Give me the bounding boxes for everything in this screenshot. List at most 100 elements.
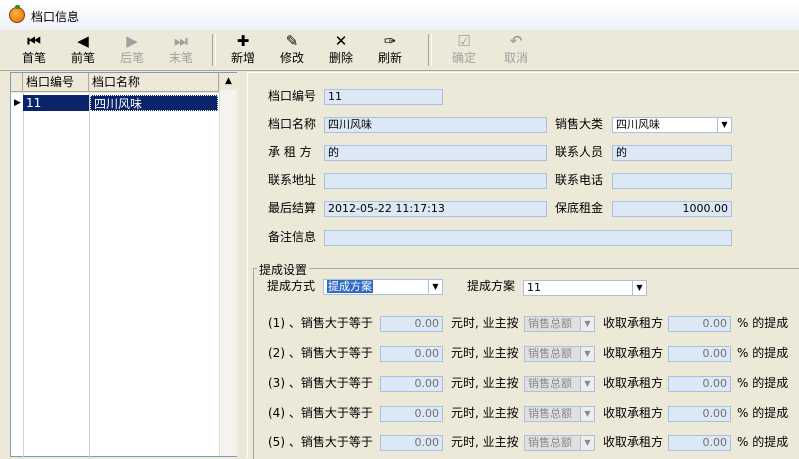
code-field[interactable]: 11 <box>324 89 443 105</box>
tier-5-suffix: % 的提成 <box>737 435 789 449</box>
confirm-button[interactable]: ☑ 确定 <box>442 32 486 68</box>
next-record-icon: ▶ <box>126 32 138 50</box>
tier-3-basis-select[interactable]: 销售总额 ▼ <box>524 376 595 392</box>
app-orange-icon <box>9 5 25 23</box>
table-row[interactable]: ▶ 11 四川风味 <box>11 95 219 111</box>
tier-1-collect: 收取承租方 <box>603 316 664 330</box>
remark-label: 备注信息 <box>268 230 317 244</box>
category-select[interactable]: 四川风味 ▼ <box>612 117 732 133</box>
address-field[interactable] <box>324 173 547 189</box>
tier-4-pct[interactable]: 0.00 <box>668 406 731 422</box>
first-record-button[interactable]: ⏮ 首笔 <box>12 32 56 68</box>
name-label: 档口名称 <box>268 117 317 131</box>
chevron-down-icon[interactable]: ▼ <box>580 436 594 450</box>
phone-field[interactable] <box>612 173 732 189</box>
new-record-button[interactable]: ✚ 新增 <box>221 32 265 68</box>
cell-name[interactable]: 四川风味 <box>90 95 218 111</box>
tenant-field[interactable]: 的 <box>324 145 547 161</box>
edit-icon: ✎ <box>285 32 299 50</box>
cancel-label: 取消 <box>503 51 528 65</box>
grid-header: 档口编号 档口名称 <box>11 73 219 93</box>
phone-label: 联系电话 <box>555 173 604 187</box>
tier-1-pct[interactable]: 0.00 <box>668 316 731 332</box>
chevron-down-icon[interactable]: ▼ <box>580 317 594 331</box>
min-rent-label: 保底租金 <box>555 201 604 215</box>
tier-2-collect: 收取承租方 <box>603 346 664 360</box>
tier-3-collect: 收取承租方 <box>603 376 664 390</box>
grid-scrollbar[interactable]: ▲ <box>219 73 237 456</box>
cell-code[interactable]: 11 <box>23 95 89 111</box>
commission-group-title: 提成设置 <box>257 262 310 278</box>
name-field[interactable]: 四川风味 <box>324 117 547 133</box>
stall-detail-form: 档口编号 11 档口名称 四川风味 销售大类 四川风味 ▼ 承 租 方 的 联系人… <box>247 72 799 459</box>
tier-3-mid: 元时, 业主按 <box>451 376 519 390</box>
tier-2-prefix: (2) 、销售大于等于 <box>268 346 373 360</box>
tier-3-amount[interactable]: 0.00 <box>380 376 443 392</box>
tier-2-pct[interactable]: 0.00 <box>668 346 731 362</box>
refresh-button[interactable]: ✑ 刷新 <box>368 32 412 68</box>
new-record-icon: ✚ <box>236 32 250 50</box>
last-settle-field[interactable]: 2012-05-22 11:17:13 <box>324 201 547 217</box>
tier-4-suffix: % 的提成 <box>737 406 789 420</box>
edit-button[interactable]: ✎ 修改 <box>270 32 314 68</box>
category-label: 销售大类 <box>555 117 604 131</box>
tier-5-basis-select[interactable]: 销售总额 ▼ <box>524 435 595 451</box>
stall-list-grid[interactable]: 档口编号 档口名称 ▶ 11 四川风味 ▲ <box>10 72 237 458</box>
tier-2-amount[interactable]: 0.00 <box>380 346 443 362</box>
prev-record-button[interactable]: ◀ 前笔 <box>61 32 105 68</box>
toolbar-separator <box>428 34 432 66</box>
plan-label: 提成方案 <box>467 279 516 293</box>
tier-5-basis: 销售总额 <box>528 436 572 449</box>
scroll-up-icon[interactable]: ▲ <box>220 73 237 90</box>
splitter[interactable] <box>237 72 247 457</box>
tier-5-amount[interactable]: 0.00 <box>380 435 443 451</box>
tier-4-basis: 销售总额 <box>528 407 572 420</box>
last-record-icon: ⏭ <box>174 32 188 50</box>
tier-4-prefix: (4) 、销售大于等于 <box>268 406 373 420</box>
mode-select[interactable]: 提成方案 ▼ <box>323 279 443 295</box>
edit-label: 修改 <box>279 51 304 65</box>
tier-2-basis-select[interactable]: 销售总额 ▼ <box>524 346 595 362</box>
delete-button[interactable]: ✕ 删除 <box>319 32 363 68</box>
delete-label: 删除 <box>328 51 353 65</box>
tier-2-mid: 元时, 业主按 <box>451 346 519 360</box>
tier-1-mid: 元时, 业主按 <box>451 316 519 330</box>
address-label: 联系地址 <box>268 173 317 187</box>
refresh-label: 刷新 <box>377 51 402 65</box>
confirm-label: 确定 <box>451 51 476 65</box>
chevron-down-icon[interactable]: ▼ <box>428 280 442 294</box>
chevron-down-icon[interactable]: ▼ <box>580 347 594 361</box>
tier-5-mid: 元时, 业主按 <box>451 435 519 449</box>
last-record-label: 末笔 <box>168 51 193 65</box>
column-header-code[interactable]: 档口编号 <box>23 73 89 92</box>
chevron-down-icon[interactable]: ▼ <box>580 377 594 391</box>
next-record-button[interactable]: ▶ 后笔 <box>110 32 154 68</box>
last-record-button[interactable]: ⏭ 末笔 <box>159 32 203 68</box>
column-header-name[interactable]: 档口名称 <box>89 73 219 92</box>
tier-5-pct[interactable]: 0.00 <box>668 435 731 451</box>
prev-record-icon: ◀ <box>77 32 89 50</box>
chevron-down-icon[interactable]: ▼ <box>632 281 646 295</box>
row-indicator-icon: ▶ <box>14 98 21 108</box>
tier-4-collect: 收取承租方 <box>603 406 664 420</box>
toolbar-separator <box>212 34 216 66</box>
plan-select[interactable]: 11 ▼ <box>523 280 647 296</box>
chevron-down-icon[interactable]: ▼ <box>717 118 731 132</box>
tier-1-amount[interactable]: 0.00 <box>380 316 443 332</box>
chevron-down-icon[interactable]: ▼ <box>580 407 594 421</box>
commission-groupbox <box>253 268 799 459</box>
tier-1-basis-select[interactable]: 销售总额 ▼ <box>524 316 595 332</box>
tier-5-collect: 收取承租方 <box>603 435 664 449</box>
window-title: 档口信息 <box>31 10 80 24</box>
cancel-button[interactable]: ↶ 取消 <box>494 32 538 68</box>
remark-field[interactable] <box>324 230 732 246</box>
min-rent-field[interactable]: 1000.00 <box>612 201 732 217</box>
tier-3-basis: 销售总额 <box>528 377 572 390</box>
contact-field[interactable]: 的 <box>612 145 732 161</box>
tier-4-mid: 元时, 业主按 <box>451 406 519 420</box>
new-record-label: 新增 <box>230 51 255 65</box>
tier-3-pct[interactable]: 0.00 <box>668 376 731 392</box>
tier-4-basis-select[interactable]: 销售总额 ▼ <box>524 406 595 422</box>
first-record-label: 首笔 <box>21 51 46 65</box>
tier-4-amount[interactable]: 0.00 <box>380 406 443 422</box>
